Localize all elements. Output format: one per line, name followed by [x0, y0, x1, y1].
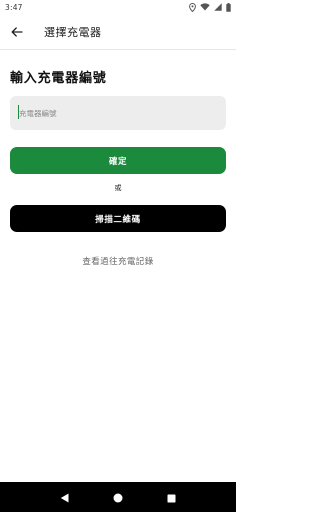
recents-square-icon [167, 488, 176, 507]
or-divider-text: 或 [114, 184, 122, 192]
status-icons [189, 2, 231, 12]
signal-icon [214, 3, 222, 11]
nav-recents-button[interactable] [159, 485, 183, 509]
arrow-left-icon [11, 22, 23, 41]
nav-back-button[interactable] [53, 485, 77, 509]
view-history-link[interactable]: 查看過往充電記錄 [0, 255, 236, 267]
status-bar: 3:47 [0, 0, 236, 14]
wifi-icon [200, 3, 210, 11]
location-icon [189, 2, 196, 12]
battery-icon [226, 2, 231, 12]
system-nav-bar [0, 482, 236, 512]
page-title: 選擇充電器 [44, 25, 102, 39]
section-heading: 輸入充電器編號 [10, 71, 107, 86]
home-circle-icon [113, 488, 123, 507]
screen: 3:47 選擇充電器 輸入充電器編號 確定 或 掃描 [0, 0, 236, 512]
nav-home-button[interactable] [106, 485, 130, 509]
back-button[interactable] [1, 14, 33, 50]
back-triangle-icon [60, 488, 69, 507]
charger-number-input[interactable] [10, 96, 226, 130]
scan-qr-button[interactable]: 掃描二維碼 [10, 205, 226, 232]
text-cursor [18, 105, 19, 119]
status-time: 3:47 [5, 2, 23, 12]
confirm-button[interactable]: 確定 [10, 147, 226, 174]
app-bar: 選擇充電器 [0, 14, 236, 50]
